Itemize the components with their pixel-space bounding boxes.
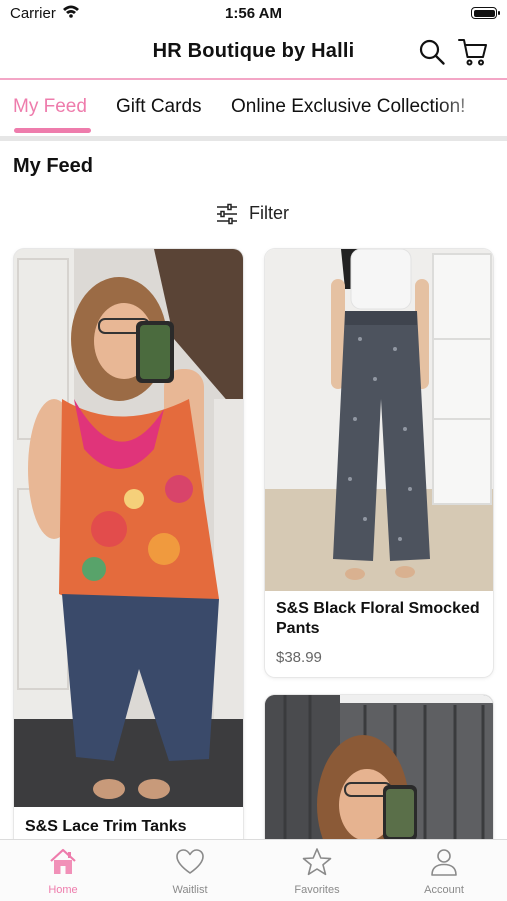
product-title: S&S Lace Trim Tanks <box>25 818 187 835</box>
tabs-divider <box>0 136 507 141</box>
tabbar-favorites-label: Favorites <box>294 884 340 896</box>
battery-icon <box>471 7 500 19</box>
tabbar-account-label: Account <box>424 884 464 896</box>
search-icon[interactable] <box>418 38 446 66</box>
page-title: My Feed <box>13 155 94 177</box>
filter-icon <box>217 203 237 225</box>
home-icon <box>50 848 76 874</box>
tabbar-waitlist-label: Waitlist <box>172 884 208 896</box>
tabbar-account[interactable]: Account <box>381 840 507 901</box>
tab-online-exclusive[interactable]: Online Exclusive Collection! <box>231 96 465 118</box>
tabbar-favorites[interactable]: Favorites <box>254 840 380 901</box>
cart-icon[interactable] <box>457 36 489 68</box>
bottom-tab-bar: Home Waitlist Favorites Account <box>0 839 507 901</box>
category-tabs: My Feed Gift Cards Online Exclusive Coll… <box>0 80 507 136</box>
active-tab-indicator <box>14 128 91 133</box>
product-card[interactable]: S&S Black Floral Smocked Pants $38.99 <box>265 249 493 677</box>
tabbar-home-label: Home <box>48 884 78 896</box>
product-image <box>265 249 493 591</box>
tabbar-home[interactable]: Home <box>0 840 126 901</box>
product-card[interactable]: S&S Lace Trim Tanks <box>14 249 243 869</box>
status-bar: Carrier 1:56 AM <box>0 0 507 28</box>
product-title: S&S Black Floral Smocked Pants <box>276 600 480 637</box>
product-image <box>14 249 243 807</box>
status-time: 1:56 AM <box>225 5 282 22</box>
tab-my-feed[interactable]: My Feed <box>13 96 87 118</box>
tab-gift-cards[interactable]: Gift Cards <box>116 96 202 118</box>
person-icon <box>431 849 457 876</box>
heart-icon <box>176 849 204 874</box>
star-icon <box>302 848 332 876</box>
tabs-fade <box>437 80 507 136</box>
tabbar-waitlist[interactable]: Waitlist <box>127 840 253 901</box>
product-price: $38.99 <box>276 649 322 666</box>
filter-label: Filter <box>249 203 289 223</box>
app-header: HR Boutique by Halli <box>0 28 507 76</box>
